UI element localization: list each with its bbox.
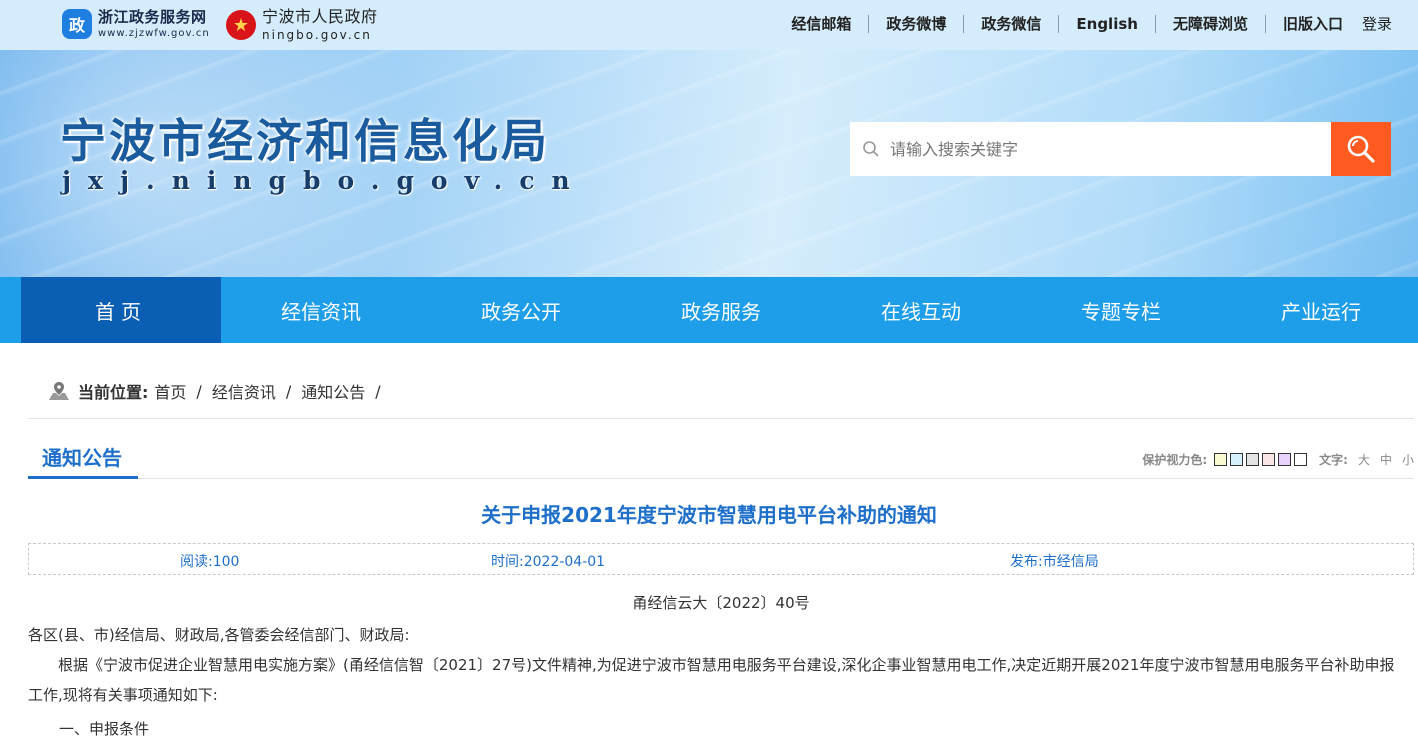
nav-services[interactable]: 政务服务 [621, 277, 821, 343]
breadcrumb: 当前位置: 首页 / 经信资讯 / 通知公告 / [48, 379, 391, 403]
eye-color-swatch-6[interactable] [1294, 453, 1308, 466]
eye-color-swatch-2[interactable] [1230, 453, 1244, 466]
breadcrumb-separator: / [285, 381, 292, 401]
site-title: 宁波市经济和信息化局 [60, 114, 550, 168]
reading-tools: 保护视力色: 文字: 大 中 小 [1142, 451, 1414, 468]
eye-color-swatch-1[interactable] [1214, 453, 1228, 466]
search-icon [1347, 135, 1375, 163]
ningbo-gov-name: 宁波市人民政府 [262, 7, 378, 26]
ningbo-gov-domain: ningbo.gov.cn [262, 28, 372, 42]
breadcrumb-separator: / [375, 381, 381, 401]
publisher: 发布:市经信局 [1010, 554, 1099, 570]
header-banner: 宁波市经济和信息化局 jxj.ningbo.gov.cn [0, 50, 1418, 277]
search-small-icon [863, 141, 879, 157]
nav-government-affairs[interactable]: 政务公开 [421, 277, 621, 343]
zjzwfw-domain: www.zjzwfw.gov.cn [98, 27, 210, 39]
top-bar: 政 浙江政务服务网 www.zjzwfw.gov.cn ★ 宁波市人民政府 ni… [0, 0, 1418, 50]
section-title: 通知公告 [28, 436, 138, 479]
site-domain: jxj.ningbo.gov.cn [62, 166, 587, 195]
search-box[interactable] [850, 122, 1331, 176]
breadcrumb-label: 当前位置: [78, 383, 149, 402]
link-weibo[interactable]: 政务微博 [868, 15, 963, 33]
link-old-version[interactable]: 旧版入口 [1264, 15, 1360, 33]
main-nav: 首页 经信资讯 政务公开 政务服务 在线互动 专题专栏 产业运行 [0, 277, 1418, 343]
nav-interaction[interactable]: 在线互动 [821, 277, 1021, 343]
divider [28, 418, 1414, 419]
publish-time: 时间:2022-04-01 [491, 554, 606, 570]
font-size-medium[interactable]: 中 [1380, 451, 1392, 468]
addressee: 各区(县、市)经信局、财政局,各管委会经信部门、财政局: [28, 626, 410, 644]
font-size-small[interactable]: 小 [1402, 451, 1414, 468]
top-links: 经信邮箱 政务微博 政务微信 English 无障碍浏览 旧版入口 登录 [774, 0, 1392, 48]
font-size-large[interactable]: 大 [1358, 451, 1370, 468]
nav-industry[interactable]: 产业运行 [1221, 277, 1418, 343]
section-heading-1: 一、申报条件 [59, 720, 150, 738]
nav-home[interactable]: 首页 [21, 277, 221, 343]
eye-protect-label: 保护视力色: [1142, 453, 1208, 467]
link-accessibility[interactable]: 无障碍浏览 [1154, 15, 1265, 33]
national-emblem-icon: ★ [226, 10, 256, 40]
eye-color-swatch-3[interactable] [1246, 453, 1260, 466]
eye-color-swatch-5[interactable] [1278, 453, 1292, 466]
article-body-paragraph: 根据《宁波市促进企业智慧用电实施方案》(甬经信信智〔2021〕27号)文件精神,… [28, 656, 1395, 704]
read-count: 阅读:100 [180, 554, 240, 570]
nav-topics[interactable]: 专题专栏 [1021, 277, 1221, 343]
link-wechat[interactable]: 政务微信 [963, 15, 1058, 33]
login-link[interactable]: 登录 [1360, 15, 1392, 33]
nav-news[interactable]: 经信资讯 [221, 277, 421, 343]
ningbo-gov-portal-link[interactable]: ★ 宁波市人民政府 ningbo.gov.cn [226, 9, 378, 41]
breadcrumb-news[interactable]: 经信资讯 [212, 379, 276, 403]
article-title: 关于申报2021年度宁波市智慧用电平台补助的通知 [481, 503, 937, 527]
zjzwfw-name: 浙江政务服务网 [98, 7, 207, 26]
article-meta: 阅读:100 时间:2022-04-01 发布:市经信局 [28, 543, 1414, 575]
font-size-label: 文字: [1319, 453, 1348, 467]
breadcrumb-notices[interactable]: 通知公告 [301, 379, 365, 403]
eye-color-swatch-4[interactable] [1262, 453, 1276, 466]
zjzwfw-logo-icon: 政 [62, 9, 92, 39]
link-mailbox[interactable]: 经信邮箱 [774, 15, 868, 33]
link-english[interactable]: English [1058, 15, 1155, 33]
zjzwfw-portal-link[interactable]: 政 浙江政务服务网 www.zjzwfw.gov.cn [62, 9, 210, 39]
breadcrumb-home[interactable]: 首页 [154, 379, 186, 403]
search-bar [850, 122, 1391, 176]
location-pin-icon [49, 382, 69, 400]
search-input[interactable] [890, 139, 1290, 159]
search-button[interactable] [1331, 122, 1391, 176]
document-number: 甬经信云大〔2022〕40号 [632, 594, 810, 612]
breadcrumb-separator: / [196, 381, 202, 401]
section-header: 通知公告 保护视力色: 文字: 大 中 小 [28, 436, 1414, 479]
